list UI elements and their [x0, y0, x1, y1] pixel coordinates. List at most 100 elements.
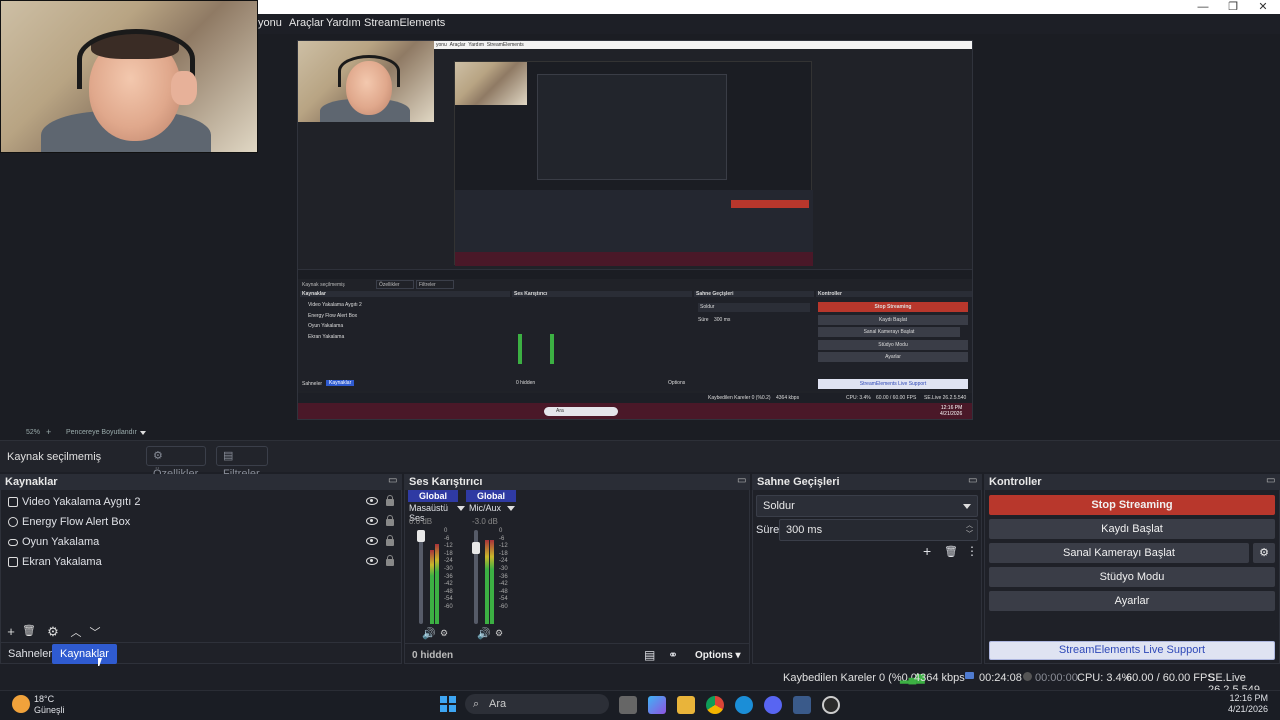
taskbar-search[interactable]: ⌕ Ara	[465, 694, 609, 714]
trash-icon[interactable]: 🗑	[21, 624, 37, 637]
speaker-icon[interactable]: 🔊	[422, 627, 436, 640]
add-transition-icon[interactable]: +	[923, 543, 931, 559]
zoom-dropdown-icon[interactable]	[140, 431, 146, 435]
camera-icon	[8, 497, 18, 507]
visibility-eye-icon[interactable]	[366, 497, 378, 505]
maximize-button[interactable]: ❐	[1218, 0, 1248, 14]
dock-undock-icon[interactable]: ▭	[1266, 475, 1275, 486]
tab-sources[interactable]: Kaynaklar	[52, 644, 117, 664]
source-status: Kaynak seçilmemiş	[7, 451, 102, 463]
mixer-channel-mic[interactable]: Mic/Aux	[469, 503, 515, 513]
properties-button[interactable]: ⚙ Özellikler	[146, 446, 206, 480]
chevron-down-icon	[507, 506, 515, 511]
source-item[interactable]: Video Yakalama Aygıtı 2	[6, 492, 396, 512]
virtual-camera-settings-icon[interactable]: ⚙	[1253, 543, 1275, 563]
zoom-in-icon[interactable]: +	[46, 427, 51, 437]
link-icon[interactable]: ⚭	[668, 648, 678, 662]
obs-icon[interactable]	[822, 696, 840, 714]
source-item[interactable]: Ekran Yakalama	[6, 552, 396, 572]
weather-widget[interactable]: 18°C Güneşli	[34, 694, 65, 716]
visibility-eye-icon[interactable]	[366, 557, 378, 565]
mixer-options-button[interactable]: Options ▾	[695, 650, 741, 661]
chevron-down-icon	[963, 504, 971, 509]
settings-button[interactable]: Ayarlar	[989, 591, 1275, 611]
edge-icon[interactable]	[735, 696, 753, 714]
dock-undock-icon[interactable]: ▭	[968, 475, 977, 486]
status-bar: Kaybedilen Kareler 0 (%0.0) ▂▄▆ 4364 kbp…	[0, 666, 1280, 696]
lock-icon[interactable]	[386, 535, 394, 546]
volume-slider[interactable]	[419, 530, 423, 624]
more-options-icon[interactable]: ⋮	[966, 544, 978, 558]
program-preview[interactable]: yonu Araçlar Yardım StreamElements Kayna…	[297, 40, 973, 420]
transitions-dock-title: Sahne Geçişleri	[752, 474, 982, 490]
stream-icon	[965, 672, 974, 679]
nested-status: Kaybedilen Kareler 0 (%0.2) 4364 kbps CP…	[298, 393, 972, 403]
menu-item-help[interactable]: Yardım	[326, 17, 361, 29]
record-time: 00:00:00	[1035, 672, 1078, 684]
virtual-camera-button[interactable]: Sanal Kamerayı Başlat	[989, 543, 1249, 563]
cpu-usage: CPU: 3.4%	[1077, 672, 1132, 684]
close-button[interactable]: ✕	[1248, 0, 1278, 14]
copilot-icon[interactable]	[648, 696, 666, 714]
mixer-settings-icon[interactable]: ⚙	[440, 628, 448, 639]
record-icon	[1023, 672, 1032, 681]
move-up-icon[interactable]: ︿	[68, 624, 84, 640]
start-recording-button[interactable]: Kaydı Başlat	[989, 519, 1275, 539]
zoom-bar: 52% + Pencereye Boyutlandır	[0, 426, 1280, 440]
audio-meter	[485, 528, 489, 624]
mixer-hidden-count[interactable]: 0 hidden	[412, 650, 453, 661]
source-item[interactable]: Oyun Yakalama	[6, 532, 396, 552]
visibility-eye-icon[interactable]	[366, 517, 378, 525]
gear-icon[interactable]: ⚙	[45, 624, 61, 640]
speaker-icon[interactable]: 🔊	[477, 627, 491, 640]
duration-label: Süre	[756, 524, 780, 536]
file-explorer-icon[interactable]	[677, 696, 695, 714]
bitrate: 4364 kbps	[914, 672, 965, 684]
duration-input[interactable]: 300 ms ︿ ﹀	[779, 519, 978, 541]
dock-undock-icon[interactable]: ▭	[737, 475, 746, 486]
windows-taskbar	[0, 690, 1280, 720]
move-down-icon[interactable]: ﹀	[87, 624, 103, 640]
layout-icon[interactable]: ▤	[644, 648, 655, 662]
fps-readout: 60.00 / 60.00 FPS	[1126, 672, 1215, 684]
trash-icon[interactable]: 🗑	[944, 545, 958, 558]
transition-select[interactable]: Soldur	[756, 495, 978, 517]
streamelements-support-button[interactable]: StreamElements Live Support	[989, 641, 1275, 660]
stream-time: 00:24:08	[979, 672, 1022, 684]
filters-button[interactable]: ▤ Filtreler	[216, 446, 268, 480]
lock-icon[interactable]	[386, 495, 394, 506]
zoom-level[interactable]: 52%	[26, 429, 40, 436]
gamepad-icon	[8, 539, 18, 546]
system-clock[interactable]: 12:16 PM 4/21/2026	[1222, 693, 1268, 715]
menu-item-partial[interactable]: yonu	[258, 17, 282, 29]
chrome-icon[interactable]	[706, 696, 724, 714]
webcam-overlay	[0, 0, 258, 153]
start-icon[interactable]	[440, 696, 456, 712]
lock-icon[interactable]	[386, 515, 394, 526]
stop-streaming-button[interactable]: Stop Streaming	[989, 495, 1275, 515]
nested-menu: yonu Araçlar Yardım StreamElements	[434, 41, 972, 49]
menu-item-streamelements[interactable]: StreamElements	[364, 17, 445, 29]
weather-icon[interactable]	[12, 695, 30, 713]
app-icon[interactable]	[793, 696, 811, 714]
lock-icon[interactable]	[386, 555, 394, 566]
volume-slider-knob[interactable]	[472, 542, 480, 554]
mixer-settings-icon[interactable]: ⚙	[495, 628, 503, 639]
dock-undock-icon[interactable]: ▭	[388, 475, 397, 486]
mixer-global-badge: Global	[466, 490, 516, 502]
mixer-dock-title: Ses Karıştırıcı	[404, 474, 750, 490]
mixer-db-mic: -3.0 dB	[472, 517, 498, 526]
studio-mode-button[interactable]: Stüdyo Modu	[989, 567, 1275, 587]
task-view-icon[interactable]	[619, 696, 637, 714]
source-item[interactable]: Energy Flow Alert Box	[6, 512, 396, 532]
menu-item-tools[interactable]: Araçlar	[289, 17, 324, 29]
minimize-button[interactable]: —	[1188, 0, 1218, 14]
gear-icon: ⚙	[153, 450, 163, 462]
visibility-eye-icon[interactable]	[366, 537, 378, 545]
controls-dock-title: Kontroller	[984, 474, 1280, 490]
volume-slider-knob[interactable]	[417, 530, 425, 542]
add-source-icon[interactable]: +	[3, 624, 19, 639]
zoom-mode[interactable]: Pencereye Boyutlandır	[66, 429, 137, 436]
nested-webcam	[298, 41, 434, 122]
discord-icon[interactable]	[764, 696, 782, 714]
